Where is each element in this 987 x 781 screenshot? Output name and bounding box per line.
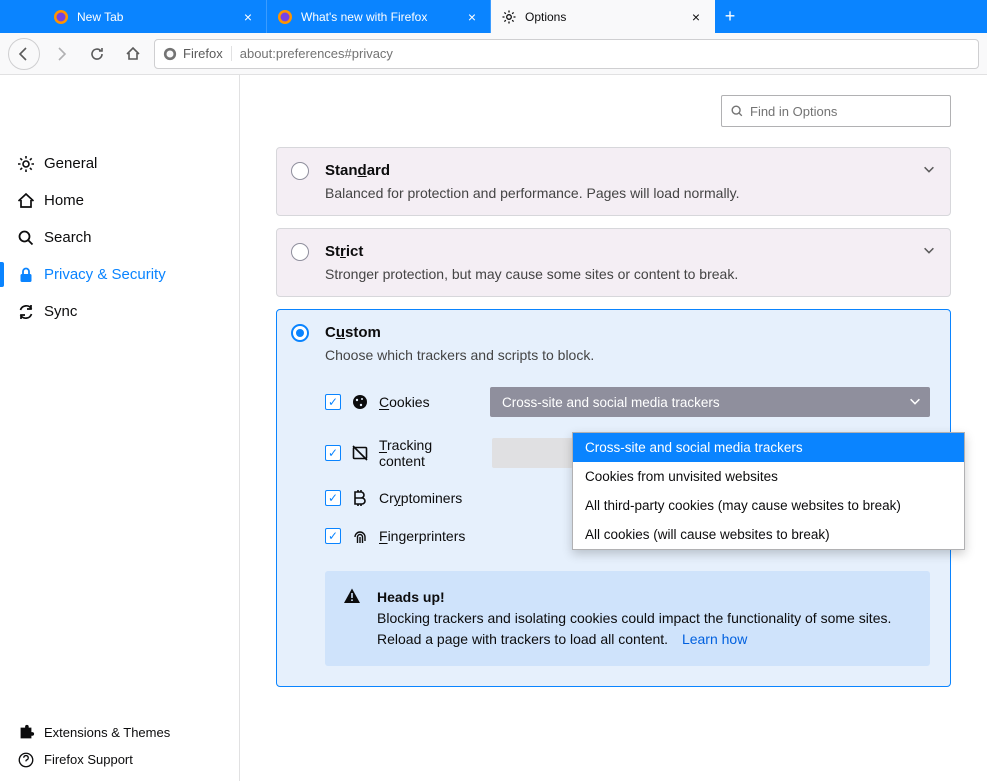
panel-title: Standard	[325, 162, 908, 179]
home-button[interactable]	[118, 39, 148, 69]
sidebar-item-label: General	[44, 155, 97, 172]
chevron-down-icon[interactable]	[922, 243, 936, 257]
gear-icon	[16, 154, 36, 174]
forward-button[interactable]	[46, 39, 76, 69]
sidebar-item-label: Firefox Support	[44, 752, 133, 767]
browser-tab-options[interactable]: Options ×	[491, 0, 715, 33]
checkbox-tracking[interactable]	[325, 445, 341, 461]
option-label: Fingerprinters	[379, 528, 465, 544]
gear-icon	[501, 9, 517, 25]
sidebar-item-label: Search	[44, 229, 92, 246]
firefox-icon	[163, 47, 177, 61]
search-placeholder: Find in Options	[750, 104, 837, 119]
sidebar-item-label: Privacy & Security	[44, 266, 166, 283]
crypto-icon	[351, 489, 369, 507]
radio-standard[interactable]	[291, 162, 309, 180]
dropdown-option[interactable]: Cookies from unvisited websites	[573, 462, 964, 491]
sidebar-item-label: Home	[44, 192, 84, 209]
tab-label: What's new with Firefox	[301, 10, 456, 24]
lock-icon	[16, 265, 36, 285]
sidebar-item-sync[interactable]: Sync	[0, 293, 239, 330]
browser-tab-new[interactable]: New Tab ×	[43, 0, 267, 33]
close-icon[interactable]: ×	[240, 9, 256, 25]
alert-title: Heads up!	[377, 589, 445, 605]
sidebar-item-extensions[interactable]: Extensions & Themes	[0, 719, 239, 746]
fingerprint-icon	[351, 527, 369, 545]
alert-body: Blocking trackers and isolating cookies …	[377, 610, 891, 647]
new-tab-button[interactable]: +	[715, 0, 745, 33]
search-icon	[730, 104, 744, 118]
panel-desc: Choose which trackers and scripts to blo…	[325, 347, 908, 363]
close-icon[interactable]: ×	[464, 9, 480, 25]
tab-label: Options	[525, 10, 680, 24]
select-value: Cross-site and social media trackers	[502, 395, 720, 410]
close-icon[interactable]: ×	[688, 9, 704, 25]
reload-button[interactable]	[82, 39, 112, 69]
radio-custom[interactable]	[291, 324, 309, 342]
protection-panel-strict[interactable]: Strict Stronger protection, but may caus…	[276, 228, 951, 297]
chevron-down-icon	[908, 394, 922, 408]
nav-toolbar: Firefox about:preferences#privacy	[0, 33, 987, 75]
sidebar-item-search[interactable]: Search	[0, 219, 239, 256]
dropdown-option[interactable]: Cross-site and social media trackers	[573, 433, 964, 462]
sync-icon	[16, 302, 36, 322]
find-in-options[interactable]: Find in Options	[721, 95, 951, 127]
sidebar-item-general[interactable]: General	[0, 145, 239, 182]
radio-strict[interactable]	[291, 243, 309, 261]
option-label: Cookies	[379, 394, 430, 410]
option-label: Cryptominers	[379, 490, 462, 506]
checkbox-fingerprint[interactable]	[325, 528, 341, 544]
preferences-content: Find in Options Standard Balanced for pr…	[240, 75, 987, 781]
checkbox-cookies[interactable]	[325, 394, 341, 410]
firefox-icon	[277, 9, 293, 25]
sidebar-item-privacy[interactable]: Privacy & Security	[0, 256, 239, 293]
browser-tab-bar: New Tab × What's new with Firefox × Opti…	[0, 0, 987, 33]
browser-tab-whatsnew[interactable]: What's new with Firefox ×	[267, 0, 491, 33]
learn-how-link[interactable]: Learn how	[682, 631, 747, 647]
preferences-sidebar: General Home Search Privacy & Security S…	[0, 75, 240, 781]
help-icon	[16, 750, 36, 770]
protection-panel-standard[interactable]: Standard Balanced for protection and per…	[276, 147, 951, 216]
cookies-select[interactable]: Cross-site and social media trackers	[490, 387, 930, 417]
sidebar-item-label: Extensions & Themes	[44, 725, 170, 740]
puzzle-icon	[16, 723, 36, 743]
dropdown-option[interactable]: All third-party cookies (may cause websi…	[573, 491, 964, 520]
sidebar-item-label: Sync	[44, 303, 77, 320]
panel-title: Strict	[325, 243, 908, 260]
heads-up-alert: Heads up! Blocking trackers and isolatin…	[325, 571, 930, 666]
search-icon	[16, 228, 36, 248]
tracking-icon	[351, 444, 369, 462]
select-value	[504, 446, 508, 461]
url-text: about:preferences#privacy	[240, 46, 393, 61]
checkbox-crypto[interactable]	[325, 490, 341, 506]
tabbar-spacer	[0, 0, 43, 33]
sidebar-item-home[interactable]: Home	[0, 182, 239, 219]
cookie-icon	[351, 393, 369, 411]
panel-desc: Balanced for protection and performance.…	[325, 185, 908, 201]
panel-title: Custom	[325, 324, 908, 341]
cookies-dropdown: Cross-site and social media trackers Coo…	[572, 432, 965, 550]
panel-desc: Stronger protection, but may cause some …	[325, 266, 908, 282]
dropdown-option[interactable]: All cookies (will cause websites to brea…	[573, 520, 964, 549]
option-cookies: Cookies Cross-site and social media trac…	[325, 377, 930, 427]
back-button[interactable]	[8, 38, 40, 70]
identity-label: Firefox	[183, 46, 223, 61]
url-bar[interactable]: Firefox about:preferences#privacy	[154, 39, 979, 69]
firefox-icon	[53, 9, 69, 25]
home-icon	[16, 191, 36, 211]
option-label: Tracking content	[379, 437, 482, 469]
warning-icon	[343, 587, 361, 605]
chevron-down-icon[interactable]	[922, 162, 936, 176]
identity-box[interactable]: Firefox	[163, 46, 232, 61]
tab-label: New Tab	[77, 10, 232, 24]
sidebar-item-support[interactable]: Firefox Support	[0, 746, 239, 773]
